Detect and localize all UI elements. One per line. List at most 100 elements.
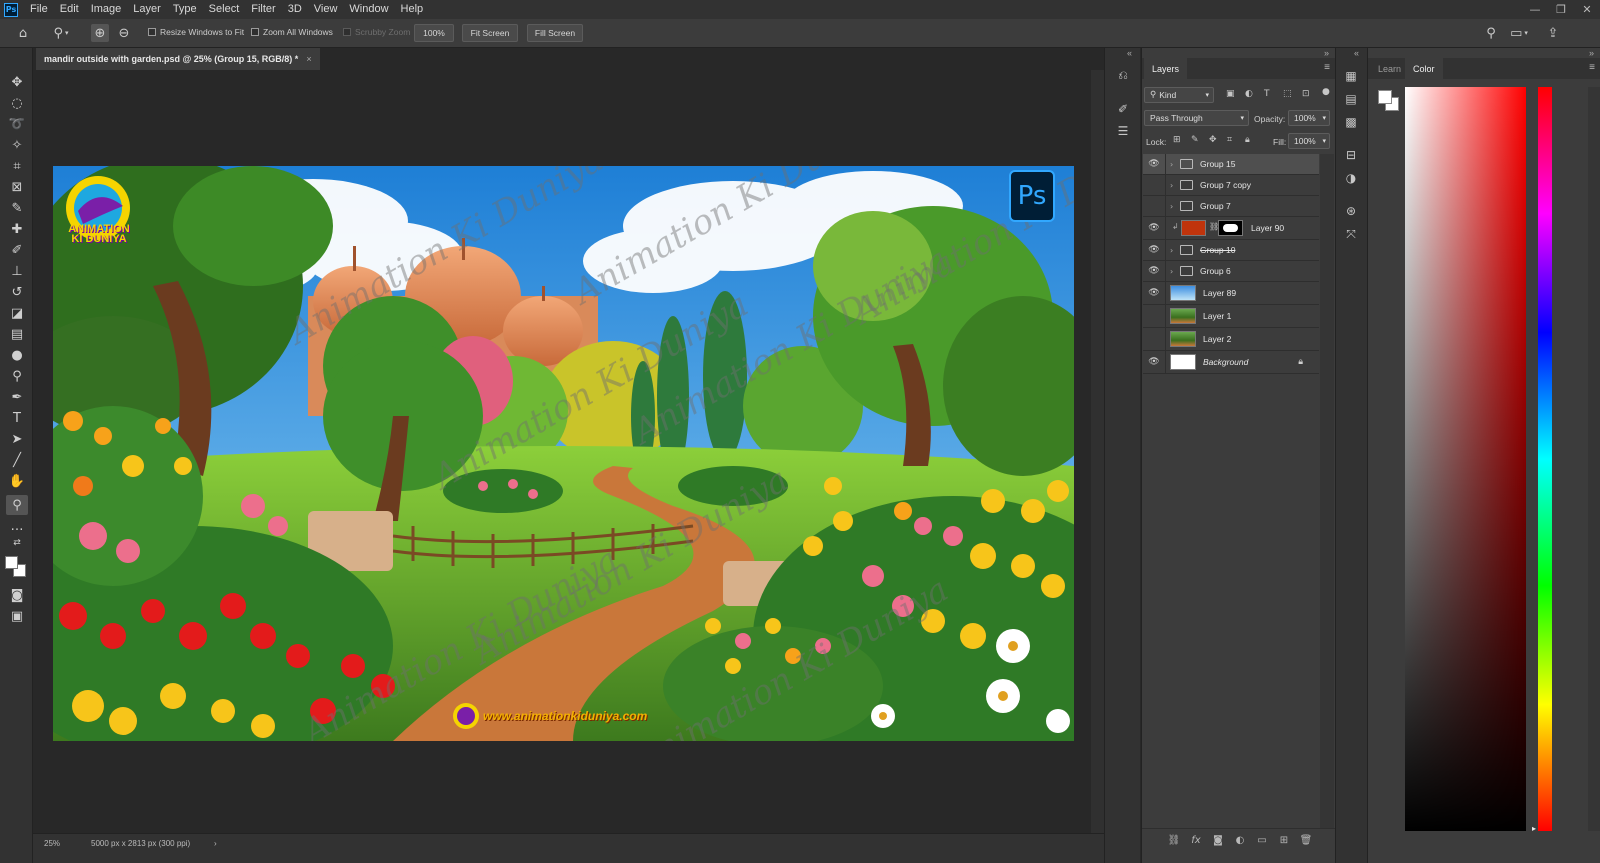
panel-menu-icon[interactable]: ≡ <box>1324 62 1330 73</box>
layer-row[interactable]: 👁︎ › Group 6 <box>1143 261 1319 282</box>
adjustments-icon[interactable]: ☰ <box>1114 122 1132 140</box>
layer-filter-kind-select[interactable]: ⚲ Kind ▾ <box>1144 87 1214 103</box>
layer-row[interactable]: › Group 7 copy <box>1143 175 1319 196</box>
fit-screen-button[interactable]: Fit Screen <box>462 24 518 42</box>
paths-icon[interactable]: ⤧ <box>1342 225 1360 243</box>
blur-tool-icon[interactable]: ● <box>6 345 28 365</box>
filter-toggle-icon[interactable]: ● <box>1322 87 1330 97</box>
dodge-tool-icon[interactable]: ⚲ <box>6 366 28 386</box>
layer-row[interactable]: 👁︎ › Group 10 <box>1143 240 1319 261</box>
filter-smart-object-icon[interactable]: ⊡ <box>1302 89 1310 99</box>
layer-row[interactable]: › Group 7 <box>1143 196 1319 217</box>
screen-mode-icon[interactable]: ▣ <box>6 606 28 626</box>
zoom-tool-icon[interactable]: ⚲ <box>6 495 28 515</box>
history-panel-icon[interactable]: ⎌ <box>1114 66 1132 84</box>
layer-row[interactable]: 👁︎ Background 🔒︎ <box>1143 351 1319 374</box>
pen-tool-icon[interactable]: ✒ <box>6 387 28 407</box>
new-group-icon[interactable]: ▭ <box>1255 833 1269 847</box>
scrubby-zoom-checkbox[interactable]: Scrubby Zoom <box>343 27 410 37</box>
adjustment-layer-icon[interactable]: ◐ <box>1233 833 1247 847</box>
hue-slider-handle[interactable]: ▸ <box>1532 824 1536 833</box>
chevron-right-icon[interactable]: › <box>1170 202 1173 211</box>
filter-pixel-icon[interactable]: ▣ <box>1226 89 1235 99</box>
layer-mask-thumbnail[interactable] <box>1218 220 1243 236</box>
quick-mask-icon[interactable]: ◙ <box>6 585 28 605</box>
visibility-toggle[interactable] <box>1148 180 1160 190</box>
restore-button[interactable]: ❐ <box>1548 0 1574 19</box>
layer-row[interactable]: Layer 1 <box>1143 305 1319 328</box>
visibility-toggle[interactable] <box>1148 334 1160 344</box>
layer-row[interactable]: 👁︎ › Group 15 <box>1143 154 1319 175</box>
document-canvas-image[interactable]: Animation Ki Duniya Animation Ki Duniya … <box>53 166 1074 741</box>
share-icon[interactable]: ⇪ <box>1544 24 1562 42</box>
brush-tool-icon[interactable]: ✐ <box>6 240 28 260</box>
menu-file[interactable]: File <box>24 0 54 19</box>
swap-colors-icon[interactable]: ⇄ <box>6 536 28 550</box>
new-layer-icon[interactable]: ⊞ <box>1277 833 1291 847</box>
lock-transparent-icon[interactable]: ⊞ <box>1173 135 1181 145</box>
brush-settings-icon[interactable]: ✐ <box>1114 100 1132 118</box>
resize-windows-checkbox[interactable]: Resize Windows to Fit <box>148 27 244 37</box>
more-tools-icon[interactable]: … <box>6 516 28 536</box>
lock-image-icon[interactable]: ✎ <box>1191 135 1199 145</box>
patterns-icon[interactable]: ▩ <box>1342 113 1360 131</box>
gradients-icon[interactable]: ▤ <box>1342 90 1360 108</box>
menu-image[interactable]: Image <box>85 0 128 19</box>
status-menu-arrow[interactable]: › <box>214 839 217 848</box>
menu-select[interactable]: Select <box>203 0 246 19</box>
zoom-in-icon[interactable]: ⊕ <box>91 24 109 42</box>
filter-adjustment-icon[interactable]: ◐ <box>1245 89 1253 99</box>
zoom-level-field[interactable]: 100% <box>414 24 454 42</box>
layers-scrollbar[interactable] <box>1320 154 1334 844</box>
status-zoom-level[interactable]: 25% <box>44 839 60 848</box>
frame-tool-icon[interactable]: ⊠ <box>6 177 28 197</box>
blend-mode-select[interactable]: Pass Through ▾ <box>1144 110 1249 126</box>
menu-3d[interactable]: 3D <box>282 0 308 19</box>
search-icon[interactable]: ⚲ <box>1482 24 1500 42</box>
close-document-icon[interactable]: × <box>306 54 311 64</box>
zoom-all-windows-checkbox[interactable]: Zoom All Windows <box>251 27 333 37</box>
lock-artboard-icon[interactable]: ⌗ <box>1227 135 1232 145</box>
color-picker-field[interactable] <box>1405 87 1526 831</box>
zoom-tool-preset-icon[interactable]: ⚲ ▾ <box>48 24 74 42</box>
line-tool-icon[interactable]: ╱ <box>6 450 28 470</box>
healing-brush-tool-icon[interactable]: ✚ <box>6 219 28 239</box>
layer-row[interactable]: 👁︎ Layer 89 <box>1143 282 1319 305</box>
chevron-right-icon[interactable]: › <box>1170 267 1173 276</box>
color-panel-scrollbar[interactable] <box>1588 87 1600 831</box>
panel-menu-icon[interactable]: ≡ <box>1589 62 1595 73</box>
eye-icon[interactable]: 👁︎ <box>1148 223 1160 233</box>
visibility-toggle[interactable] <box>1148 201 1160 211</box>
tab-learn[interactable]: Learn <box>1370 58 1409 79</box>
photoshop-logo-icon[interactable]: Ps <box>4 2 18 17</box>
channels-icon[interactable]: ⊛ <box>1342 202 1360 220</box>
document-tab[interactable]: mandir outside with garden.psd @ 25% (Gr… <box>36 48 320 70</box>
eye-icon[interactable]: 👁︎ <box>1148 266 1160 276</box>
tab-color[interactable]: Color <box>1405 58 1443 79</box>
layer-row[interactable]: Layer 2 <box>1143 328 1319 351</box>
adjustments-icon[interactable]: ◑ <box>1342 169 1360 187</box>
eraser-tool-icon[interactable]: ◪ <box>6 303 28 323</box>
eye-icon[interactable]: 👁︎ <box>1148 288 1160 298</box>
zoom-out-icon[interactable]: ⊖ <box>115 24 133 42</box>
magic-wand-tool-icon[interactable]: ✧ <box>6 135 28 155</box>
gradient-tool-icon[interactable]: ▤ <box>6 324 28 344</box>
fx-icon[interactable]: fx <box>1189 833 1203 847</box>
menu-view[interactable]: View <box>308 0 344 19</box>
home-icon[interactable]: ⌂ <box>14 24 32 42</box>
marquee-tool-icon[interactable]: ◌ <box>6 93 28 113</box>
properties-icon[interactable]: ⊟ <box>1342 146 1360 164</box>
chevron-right-icon[interactable]: › <box>1170 160 1173 169</box>
crop-tool-icon[interactable]: ⌗ <box>6 156 28 176</box>
filter-shape-icon[interactable]: ⬚ <box>1283 89 1292 99</box>
lock-all-icon[interactable]: 🔒︎ <box>1245 135 1250 145</box>
eyedropper-tool-icon[interactable]: ✎ <box>6 198 28 218</box>
trash-icon[interactable]: 🗑︎ <box>1299 833 1313 847</box>
move-tool-icon[interactable]: ✥ <box>6 72 28 92</box>
color-panel-swatches[interactable] <box>1378 90 1400 112</box>
status-document-info[interactable]: 5000 px x 2813 px (300 ppi) <box>91 839 190 848</box>
eye-icon[interactable]: 👁︎ <box>1148 159 1160 169</box>
menu-edit[interactable]: Edit <box>54 0 85 19</box>
menu-layer[interactable]: Layer <box>127 0 167 19</box>
eye-icon[interactable]: 👁︎ <box>1148 245 1160 255</box>
